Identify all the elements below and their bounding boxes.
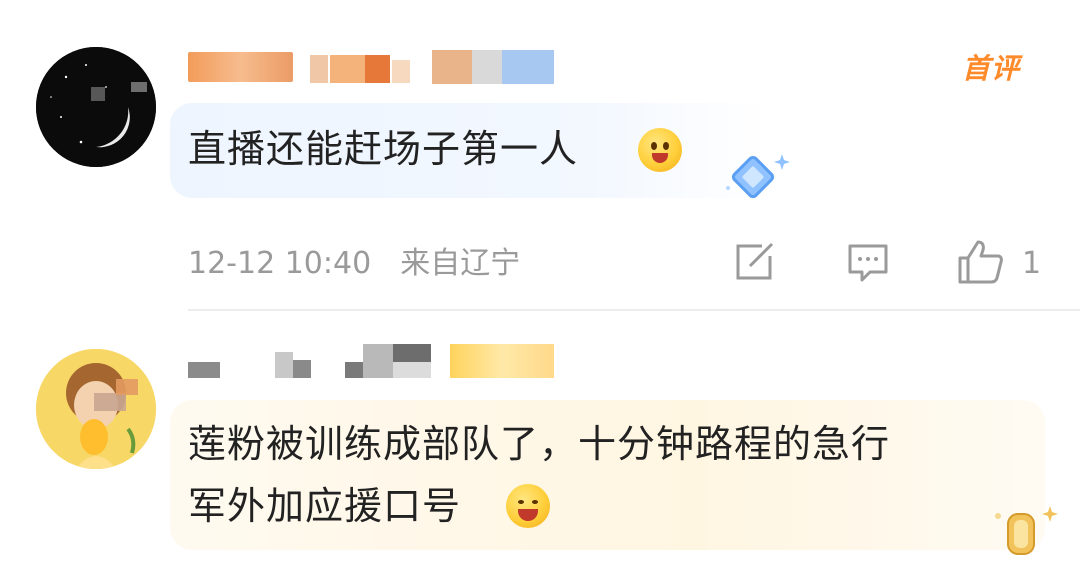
like-count: 1 — [1022, 246, 1042, 281]
avatar[interactable] — [36, 349, 156, 469]
thumbs-up-icon[interactable] — [956, 238, 1006, 286]
comment-text-line: 军外加应援口号 — [188, 484, 462, 528]
comment-text-line: 莲粉被训练成部队了，十分钟路程的急行 — [188, 422, 891, 466]
comment-icon[interactable] — [846, 238, 890, 286]
comment-text: 直播还能赶场子第一人 — [188, 127, 579, 171]
timestamp: 12-12 10:40 — [188, 246, 372, 281]
share-edit-icon[interactable] — [732, 238, 778, 286]
first-comment-badge: 首评 — [962, 52, 1021, 85]
avatar[interactable] — [36, 47, 156, 167]
divider — [188, 309, 1080, 311]
moon-avatar-image — [36, 47, 156, 167]
badge-decoration-icon — [995, 506, 1058, 555]
location: 来自辽宁 — [400, 246, 521, 281]
laughing-cheering-face-icon — [506, 484, 550, 528]
cartoon-avatar-image — [36, 349, 156, 469]
hugging-face-icon — [638, 128, 682, 172]
diamond-decoration-icon — [726, 154, 790, 199]
comment-meta: 12-12 10:40 来自辽宁 — [188, 242, 520, 286]
